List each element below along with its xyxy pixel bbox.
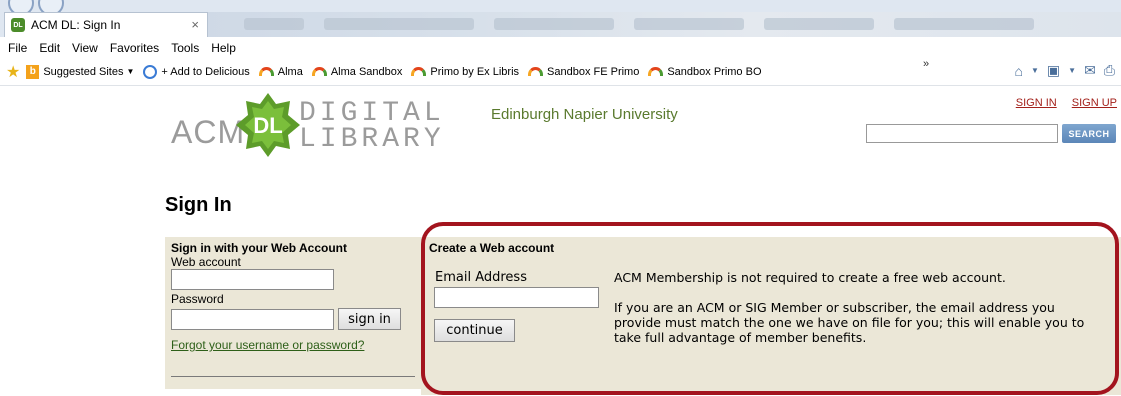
chevron-down-icon[interactable]: ▼ — [1068, 66, 1076, 75]
tab-close-icon[interactable]: × — [191, 17, 199, 32]
bing-icon: b — [26, 64, 40, 79]
info-paragraph-2: If you are an ACM or SIG Member or subsc… — [614, 300, 1085, 345]
exlibris-icon — [648, 67, 664, 76]
browser-tab-bar: DL ACM DL: Sign In × — [0, 0, 1121, 37]
active-tab[interactable]: DL ACM DL: Sign In × — [4, 12, 208, 37]
menu-tools[interactable]: Tools — [171, 41, 199, 55]
exlibris-icon — [311, 67, 327, 76]
favorite-alma[interactable]: Alma — [258, 65, 303, 78]
search-input[interactable] — [866, 124, 1058, 143]
mail-icon[interactable]: ✉ — [1084, 62, 1096, 79]
logo-library-text: LIBRARY — [299, 124, 445, 155]
menu-view[interactable]: View — [72, 41, 98, 55]
favorites-star-icon[interactable]: ★ — [6, 62, 20, 82]
email-label: Email Address — [435, 270, 527, 285]
favorite-label: Primo by Ex Libris — [430, 65, 520, 78]
web-account-label: Web account — [171, 255, 241, 269]
exlibris-icon — [411, 67, 427, 76]
suggested-sites-label: Suggested Sites — [43, 65, 124, 78]
institution-name: Edinburgh Napier University — [491, 106, 678, 123]
auth-links: SIGN IN SIGN UP — [1004, 97, 1117, 109]
logo-acm-text: ACM — [171, 114, 246, 150]
suggested-sites[interactable]: b Suggested Sites ▼ — [26, 64, 135, 79]
signin-panel: Sign in with your Web Account Web accoun… — [165, 237, 421, 389]
favorites-bar: ★ b Suggested Sites ▼ + Add to Delicious… — [0, 58, 1121, 86]
dl-badge-icon: DL — [236, 93, 300, 157]
tab-title: ACM DL: Sign In — [31, 18, 121, 32]
password-label: Password — [171, 292, 224, 306]
favorite-sandbox-primo-bo[interactable]: Sandbox Primo BO — [648, 65, 762, 78]
svg-text:DL: DL — [253, 113, 282, 138]
create-account-heading: Create a Web account — [429, 241, 555, 255]
add-delicious-label: + Add to Delicious — [161, 65, 250, 78]
menu-edit[interactable]: Edit — [39, 41, 60, 55]
favorite-label: Alma Sandbox — [330, 65, 403, 78]
signin-heading: Sign in with your Web Account — [171, 241, 347, 255]
favorite-label: Alma — [277, 65, 303, 78]
sign-up-link[interactable]: SIGN UP — [1072, 97, 1117, 109]
favorite-sandbox-fe-primo[interactable]: Sandbox FE Primo — [528, 66, 639, 78]
menu-file[interactable]: File — [8, 41, 27, 55]
menu-bar: File Edit View Favorites Tools Help — [0, 37, 1121, 58]
password-input[interactable] — [171, 308, 334, 330]
favorite-alma-sandbox[interactable]: Alma Sandbox — [311, 65, 403, 78]
email-input[interactable] — [434, 287, 599, 308]
create-account-info: ACM Membership is not required to create… — [614, 270, 1104, 345]
sign-in-link[interactable]: SIGN IN — [1016, 97, 1057, 109]
continue-button[interactable]: continue — [434, 319, 515, 342]
chevron-down-icon: ▼ — [126, 67, 135, 76]
home-icon[interactable]: ⌂ — [1015, 63, 1023, 79]
divider — [171, 376, 415, 377]
info-paragraph-1: ACM Membership is not required to create… — [614, 270, 1006, 285]
favorites-overflow-icon[interactable]: » — [923, 58, 929, 70]
create-account-panel: Create a Web account Email Address conti… — [421, 237, 1121, 395]
web-account-input[interactable] — [171, 269, 334, 290]
favorite-primo[interactable]: Primo by Ex Libris — [411, 66, 519, 78]
exlibris-icon — [258, 67, 274, 76]
chevron-down-icon[interactable]: ▼ — [1031, 66, 1039, 75]
menu-favorites[interactable]: Favorites — [110, 41, 159, 55]
favorite-label: Sandbox FE Primo — [547, 65, 640, 78]
background-tabs — [204, 12, 1121, 37]
page-title: Sign In — [165, 194, 232, 216]
acm-favicon-icon: DL — [11, 18, 25, 32]
feeds-icon[interactable]: ▣ — [1047, 62, 1060, 79]
print-icon[interactable]: ⎙ — [1104, 62, 1115, 79]
add-delicious[interactable]: + Add to Delicious — [143, 64, 250, 79]
favorite-label: Sandbox Primo BO — [667, 65, 762, 78]
menu-help[interactable]: Help — [211, 41, 236, 55]
sign-in-button[interactable]: sign in — [338, 308, 401, 330]
command-bar: ⌂ ▼ ▣ ▼ ✉ ⎙ — [1015, 62, 1115, 79]
forgot-password-link[interactable]: Forgot your username or password? — [171, 338, 415, 352]
acm-dl-logo[interactable]: ACM DL DIGITAL LIBRARY — [171, 92, 441, 157]
exlibris-icon — [528, 67, 544, 76]
ie-icon — [143, 64, 158, 79]
search-button[interactable]: SEARCH — [1062, 124, 1116, 143]
